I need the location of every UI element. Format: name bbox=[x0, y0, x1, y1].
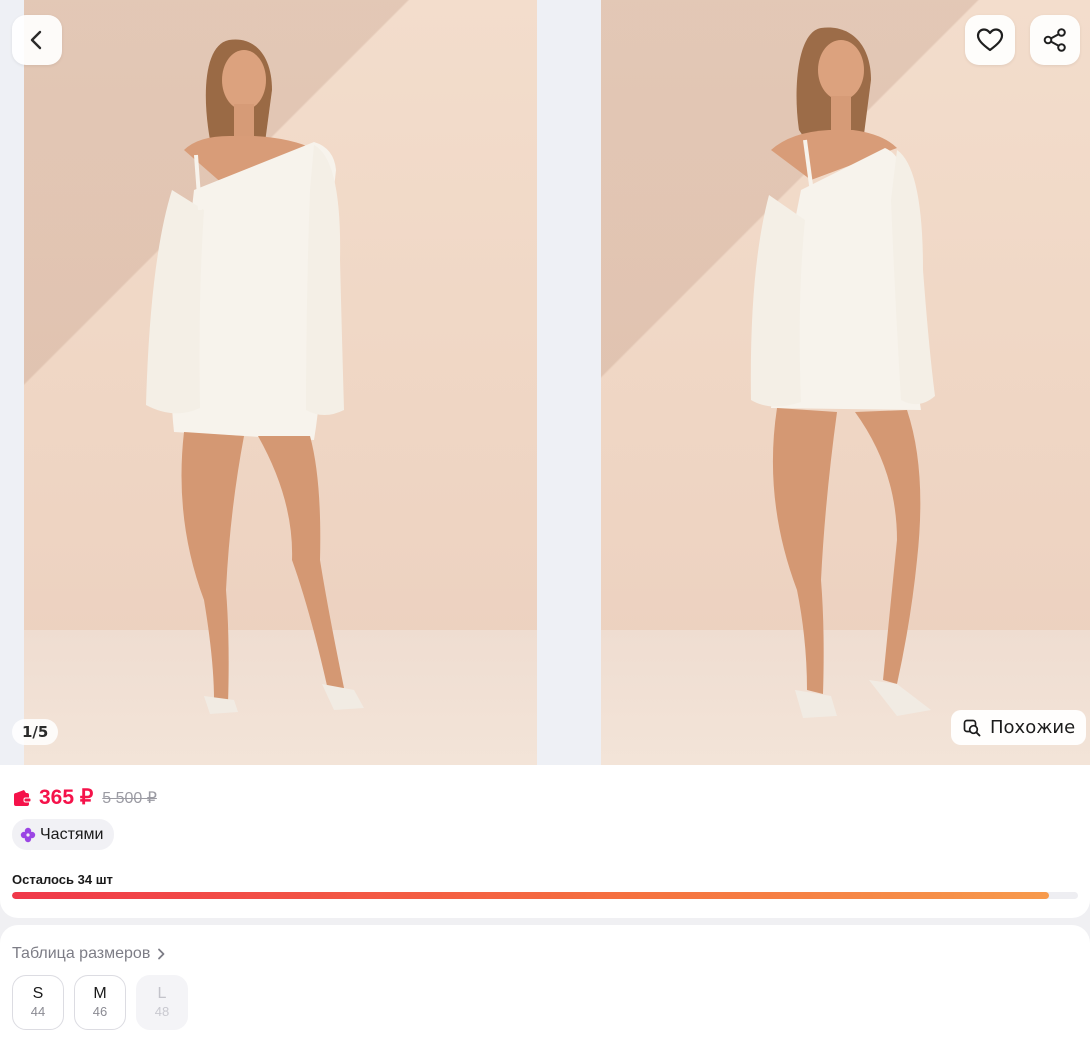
chevron-left-icon bbox=[30, 30, 42, 50]
search-similar-icon bbox=[963, 719, 981, 736]
gallery-counter-text: 1/5 bbox=[22, 723, 49, 741]
size-table-link[interactable]: Таблица размеров bbox=[12, 945, 166, 963]
product-gallery[interactable]: 1/5 Похожие bbox=[0, 0, 1090, 765]
size-selector: S 44 M 46 L 48 bbox=[12, 975, 188, 1030]
stock-label: Осталось 34 шт bbox=[12, 872, 113, 887]
stock-progress-fill bbox=[12, 892, 1050, 899]
favorite-button[interactable] bbox=[965, 15, 1015, 65]
share-button[interactable] bbox=[1030, 15, 1080, 65]
gallery-gap bbox=[537, 0, 601, 765]
installments-button[interactable]: Частями bbox=[12, 819, 114, 850]
size-option-l: L 48 bbox=[136, 975, 188, 1030]
size-letter: S bbox=[32, 985, 44, 1002]
size-option-s[interactable]: S 44 bbox=[12, 975, 64, 1030]
back-button[interactable] bbox=[12, 15, 62, 65]
wallet-icon bbox=[14, 789, 32, 806]
share-icon bbox=[1043, 28, 1066, 52]
product-page: 1/5 Похожие 365 ₽ 5 500 ₽ Частями Остало… bbox=[0, 0, 1090, 1041]
size-table-label: Таблица размеров bbox=[12, 945, 151, 962]
model-figure bbox=[750, 27, 935, 718]
installments-label: Частями bbox=[40, 825, 104, 843]
size-option-m[interactable]: M 46 bbox=[74, 975, 126, 1030]
similar-label: Похожие bbox=[990, 717, 1076, 738]
stock-progress bbox=[12, 892, 1078, 899]
sizes-card: Таблица размеров S 44 M 46 L 48 bbox=[0, 925, 1090, 1041]
product-photo[interactable] bbox=[24, 0, 537, 765]
size-number: 48 bbox=[154, 1004, 170, 1019]
product-photo[interactable] bbox=[601, 0, 1090, 765]
heart-icon bbox=[976, 28, 1004, 52]
current-price: 365 ₽ bbox=[39, 786, 94, 809]
gallery-counter: 1/5 bbox=[12, 719, 59, 745]
flower-icon bbox=[20, 827, 36, 842]
similar-button[interactable]: Похожие bbox=[951, 710, 1087, 745]
size-number: 46 bbox=[92, 1004, 108, 1019]
chevron-right-icon bbox=[158, 948, 165, 960]
old-price: 5 500 ₽ bbox=[102, 789, 157, 807]
price-card: 365 ₽ 5 500 ₽ Частями Осталось 34 шт bbox=[0, 765, 1090, 918]
model-figure bbox=[146, 39, 364, 714]
size-number: 44 bbox=[30, 1004, 46, 1019]
size-letter: M bbox=[93, 985, 107, 1002]
price-row: 365 ₽ 5 500 ₽ bbox=[12, 785, 157, 810]
gallery-edge bbox=[0, 0, 24, 765]
size-letter: L bbox=[157, 985, 167, 1002]
